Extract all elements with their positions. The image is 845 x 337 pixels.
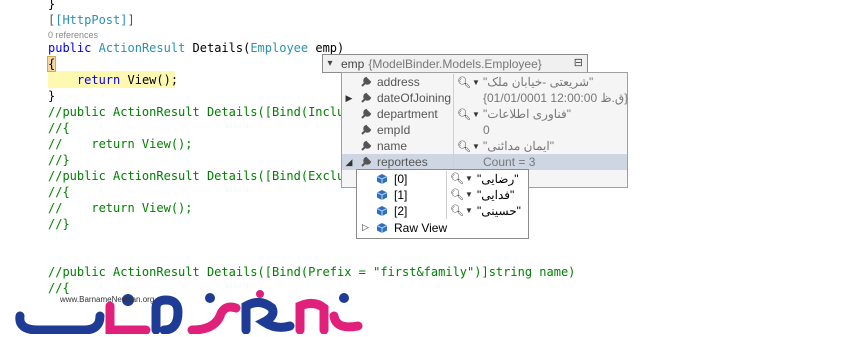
datatip-root-value: {ModelBinder.Models.Employee} bbox=[368, 56, 542, 71]
datatip-root[interactable]: ▾ emp {ModelBinder.Models.Employee} ⊟ bbox=[322, 54, 588, 73]
member-value[interactable]: "فناوری اطلاعات" bbox=[483, 107, 571, 121]
reportee-index: [1] bbox=[394, 188, 408, 202]
keyword-return: return bbox=[76, 73, 121, 87]
member-name: address bbox=[377, 75, 420, 89]
attribute-name: [HttpPost] bbox=[55, 13, 128, 27]
dropdown-arrow-icon[interactable]: ▼ bbox=[465, 206, 473, 215]
method-name: Details( bbox=[185, 41, 251, 55]
comment-line: //} bbox=[48, 217, 70, 231]
member-value[interactable]: "ایمان مدائنی" bbox=[483, 139, 554, 153]
raw-view-row[interactable]: ▷ Raw View bbox=[357, 220, 528, 236]
magnifier-icon[interactable]: 🔍︎ bbox=[457, 140, 471, 153]
datatip-row-reportees[interactable]: ◢ reportees Count = 3 bbox=[342, 154, 627, 170]
datatip-row-dateofjoining[interactable]: ▶ dateOfJoining {01/01/0001 12:00:00 ق.ظ… bbox=[342, 90, 628, 106]
keyword-public: public bbox=[48, 41, 92, 55]
expand-icon[interactable]: ▶ bbox=[344, 93, 354, 104]
comment-line: //public ActionResult Details([Bind(Incl… bbox=[48, 105, 352, 119]
reportee-index: [0] bbox=[394, 172, 408, 186]
member-name: empId bbox=[377, 123, 411, 137]
wrench-icon bbox=[361, 140, 372, 151]
comment-line: //public ActionResult Details([Bind(Excl… bbox=[48, 169, 352, 183]
reportee-row[interactable]: [0] 🔍︎ ▼ "رضایی" bbox=[357, 171, 528, 187]
dropdown-arrow-icon[interactable]: ▼ bbox=[465, 190, 473, 199]
comment-line: //public ActionResult Details([Bind(Pref… bbox=[48, 265, 576, 279]
brace-match-highlight: { bbox=[46, 56, 57, 72]
wrench-icon bbox=[361, 108, 372, 119]
field-cube-icon bbox=[376, 174, 388, 184]
field-cube-icon bbox=[376, 223, 388, 233]
magnifier-icon[interactable]: 🔍︎ bbox=[450, 172, 464, 185]
dropdown-arrow-icon[interactable]: ▼ bbox=[472, 110, 482, 119]
expand-icon[interactable]: ▷ bbox=[362, 222, 369, 233]
code-line-close-brace: } bbox=[48, 89, 56, 103]
code-line-attribute: [[HttpPost]] bbox=[48, 13, 135, 27]
wrench-icon bbox=[361, 124, 372, 135]
collapse-icon[interactable]: ▾ bbox=[323, 58, 337, 69]
reportee-index: [2] bbox=[394, 204, 408, 218]
field-cube-icon bbox=[376, 206, 388, 216]
comment-line: //{ bbox=[48, 185, 70, 199]
param-name: emp) bbox=[308, 41, 345, 55]
datatip-row-department[interactable]: department 🔍︎ ▼ "فناوری اطلاعات" bbox=[342, 106, 627, 122]
method-call-view: View bbox=[120, 73, 157, 87]
wrench-icon bbox=[361, 156, 372, 167]
raw-view-label: Raw View bbox=[394, 221, 448, 235]
dropdown-arrow-icon[interactable]: ▼ bbox=[472, 78, 482, 87]
member-value[interactable]: {01/01/0001 12:00:00 ق.ظ} bbox=[483, 91, 628, 105]
member-name: reportees bbox=[377, 155, 428, 169]
magnifier-icon[interactable]: 🔍︎ bbox=[450, 204, 464, 217]
wrench-icon bbox=[361, 92, 372, 103]
code-line-method-signature: public ActionResult Details(Employee emp… bbox=[48, 40, 344, 56]
magnifier-icon[interactable]: 🔍︎ bbox=[457, 76, 471, 89]
reportee-value[interactable]: "فدایی" bbox=[477, 188, 514, 202]
code-line-return: return View(); bbox=[76, 73, 179, 87]
type-employee: Employee bbox=[250, 41, 309, 55]
datatip-row-name[interactable]: name 🔍︎ ▼ "ایمان مدائنی" bbox=[342, 138, 627, 154]
reportee-value[interactable]: "حسینی" bbox=[477, 204, 521, 218]
dropdown-arrow-icon[interactable]: ▼ bbox=[465, 174, 473, 183]
brand-logo bbox=[15, 290, 363, 334]
member-name: department bbox=[377, 107, 438, 121]
member-name: dateOfJoining bbox=[377, 91, 452, 105]
reportee-row[interactable]: [1] 🔍︎ ▼ "فدایی" bbox=[357, 187, 528, 203]
magnifier-icon[interactable]: 🔍︎ bbox=[450, 188, 464, 201]
comment-line: // return View(); bbox=[48, 137, 193, 151]
type-actionresult: ActionResult bbox=[98, 41, 186, 55]
collapse-icon[interactable]: ◢ bbox=[344, 157, 354, 168]
reportees-panel: [0] 🔍︎ ▼ "رضایی" [1] 🔍︎ ▼ "فدایی" [2] 🔍︎… bbox=[356, 169, 529, 239]
code-line-open-brace: { bbox=[46, 56, 57, 72]
wrench-icon bbox=[361, 76, 372, 87]
dropdown-arrow-icon[interactable]: ▼ bbox=[472, 142, 482, 151]
field-cube-icon bbox=[376, 190, 388, 200]
member-value[interactable]: 0 bbox=[483, 123, 490, 137]
comment-line: // return View(); bbox=[48, 201, 193, 215]
magnifier-icon[interactable]: 🔍︎ bbox=[457, 108, 471, 121]
datatip-row-address[interactable]: address 🔍︎ ▼ "شریعتی -خیابان ملک" bbox=[342, 74, 627, 90]
comment-line: //{ bbox=[48, 121, 70, 135]
member-value[interactable]: "شریعتی -خیابان ملک" bbox=[483, 75, 593, 89]
datatip-root-name: emp bbox=[341, 56, 365, 71]
comment-line: //} bbox=[48, 153, 70, 167]
code-line: } bbox=[48, 0, 56, 11]
reportee-value[interactable]: "رضایی" bbox=[477, 172, 519, 186]
watermark-url: www.BarnameNevisan.org bbox=[60, 295, 155, 304]
member-name: name bbox=[377, 139, 408, 153]
datatip-row-empid[interactable]: empId 0 bbox=[342, 122, 627, 138]
pin-icon[interactable]: ⊟ bbox=[574, 56, 583, 69]
reportee-row[interactable]: [2] 🔍︎ ▼ "حسینی" bbox=[357, 203, 528, 219]
member-value[interactable]: Count = 3 bbox=[483, 155, 535, 169]
